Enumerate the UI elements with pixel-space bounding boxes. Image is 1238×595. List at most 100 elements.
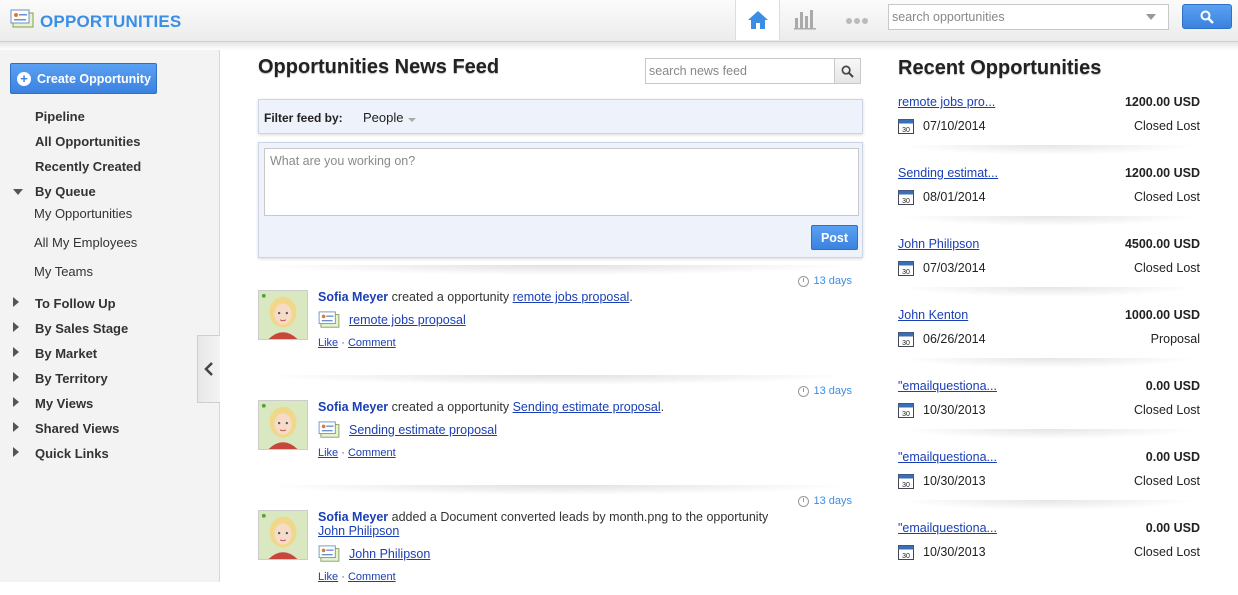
divider	[258, 485, 858, 495]
recent-opportunity-link[interactable]: John Kenton	[898, 308, 968, 322]
divider	[898, 216, 1200, 226]
calendar-icon: 30	[898, 474, 914, 489]
recent-opportunity-date: 06/26/2014	[923, 332, 986, 346]
recent-opportunity-amount: 4500.00 USD	[1124, 237, 1200, 251]
chart-icon[interactable]	[793, 8, 817, 30]
sidebar-item-pipeline[interactable]: Pipeline	[35, 109, 85, 124]
feed-attachment: remote jobs proposal	[318, 310, 466, 330]
sidebar-item-my-views[interactable]: My Views	[35, 396, 93, 411]
recent-opportunity-link[interactable]: remote jobs pro...	[898, 95, 995, 109]
avatar[interactable]	[258, 400, 308, 450]
calendar-icon: 30	[898, 332, 914, 347]
caret-right-icon[interactable]	[13, 447, 19, 457]
caret-right-icon[interactable]	[13, 322, 19, 332]
status-input[interactable]	[264, 148, 859, 216]
recent-opportunity-stage: Closed Lost	[1133, 261, 1200, 275]
feed-item: 13 days Sofia Meyer added a Document con…	[258, 485, 858, 595]
news-feed-search-input[interactable]	[646, 59, 832, 83]
feed-target-link[interactable]: Sending estimate proposal	[513, 400, 661, 414]
feed-action-text: added a Document converted leads by mont…	[391, 510, 769, 524]
chevron-down-icon[interactable]	[408, 118, 416, 122]
sidebar-collapse-button[interactable]	[197, 335, 220, 403]
divider	[898, 500, 1200, 510]
sidebar-item-my-teams[interactable]: My Teams	[34, 264, 93, 279]
recent-opportunity-link[interactable]: Sending estimat...	[898, 166, 998, 180]
recent-opportunity-link[interactable]: "emailquestiona...	[898, 450, 997, 464]
search-icon	[1200, 10, 1214, 24]
feed-timestamp: 13 days	[798, 275, 852, 287]
sidebar-item-by-territory[interactable]: By Territory	[35, 371, 108, 386]
sidebar-item-by-sales-stage[interactable]: By Sales Stage	[35, 321, 128, 336]
svg-text:30: 30	[902, 553, 910, 560]
recent-opportunity-item: John Kenton 1000.00 USD 30 06/26/2014 Pr…	[898, 308, 1200, 379]
recent-opportunity-item: "emailquestiona... 0.00 USD 30 10/30/201…	[898, 450, 1200, 521]
plus-icon: +	[17, 71, 31, 86]
comment-link[interactable]: Comment	[348, 337, 396, 349]
avatar[interactable]	[258, 510, 308, 560]
filter-dropdown[interactable]: People	[363, 110, 403, 125]
sidebar-item-recently-created[interactable]: Recently Created	[35, 159, 141, 174]
caret-right-icon[interactable]	[13, 347, 19, 357]
caret-right-icon[interactable]	[13, 422, 19, 432]
divider	[258, 375, 858, 385]
calendar-icon: 30	[898, 403, 914, 418]
caret-down-icon[interactable]	[13, 189, 23, 195]
comment-link[interactable]: Comment	[348, 447, 396, 459]
sidebar-item-all-opportunities[interactable]: All Opportunities	[35, 134, 140, 149]
clock-icon	[798, 275, 810, 287]
recent-opportunity-item: Sending estimat... 1200.00 USD 30 08/01/…	[898, 166, 1200, 237]
recent-opportunity-item: "emailquestiona... 0.00 USD 30 10/30/201…	[898, 521, 1200, 592]
like-link[interactable]: Like	[318, 337, 338, 349]
calendar-icon: 30	[898, 545, 914, 560]
recent-opportunity-link[interactable]: "emailquestiona...	[898, 521, 997, 535]
sidebar-item-my-opportunities[interactable]: My Opportunities	[34, 206, 132, 221]
calendar-icon: 30	[898, 261, 914, 276]
more-icon[interactable]	[845, 17, 869, 25]
chevron-down-icon[interactable]	[1146, 14, 1156, 20]
post-button[interactable]: Post	[811, 225, 858, 250]
recent-opportunity-amount: 1200.00 USD	[1124, 166, 1200, 180]
like-link[interactable]: Like	[318, 571, 338, 583]
search-icon	[841, 65, 854, 78]
recent-opportunity-link[interactable]: "emailquestiona...	[898, 379, 997, 393]
sidebar-item-shared-views[interactable]: Shared Views	[35, 421, 119, 436]
recent-opportunity-link[interactable]: John Philipson	[898, 237, 979, 251]
sidebar-item-all-my-employees[interactable]: All My Employees	[34, 235, 137, 250]
recent-opportunity-date: 07/03/2014	[923, 261, 986, 275]
news-feed-search-button[interactable]	[834, 58, 861, 84]
svg-text:30: 30	[902, 269, 910, 276]
sidebar-item-quick-links[interactable]: Quick Links	[35, 446, 109, 461]
feed-target-link[interactable]: John Philipson	[318, 524, 399, 538]
recent-opportunity-stage: Closed Lost	[1133, 403, 1200, 417]
feed-target-link[interactable]: remote jobs proposal	[513, 290, 630, 304]
search-button[interactable]	[1182, 4, 1232, 29]
caret-right-icon[interactable]	[13, 297, 19, 307]
feed-time-label: 13 days	[813, 275, 852, 287]
caret-right-icon[interactable]	[13, 372, 19, 382]
calendar-icon: 30	[898, 190, 914, 205]
sidebar: + Create Opportunity Pipeline All Opport…	[0, 50, 220, 582]
feed-attachment: Sending estimate proposal	[318, 420, 497, 440]
recent-opportunity-stage: Proposal	[1150, 332, 1200, 346]
clock-icon	[798, 495, 810, 507]
home-nav-button[interactable]	[735, 0, 780, 40]
header-shadow	[0, 42, 1238, 50]
sidebar-item-by-queue[interactable]: By Queue	[35, 184, 96, 199]
create-opportunity-button[interactable]: + Create Opportunity	[10, 63, 157, 94]
avatar[interactable]	[258, 290, 308, 340]
feed-time-label: 13 days	[813, 495, 852, 507]
comment-link[interactable]: Comment	[348, 571, 396, 583]
sidebar-item-by-market[interactable]: By Market	[35, 346, 97, 361]
like-link[interactable]: Like	[318, 447, 338, 459]
sidebar-item-to-follow-up[interactable]: To Follow Up	[35, 296, 116, 311]
feed-item: 13 days Sofia Meyer created a opportunit…	[258, 375, 858, 485]
opportunity-link[interactable]: John Philipson	[349, 547, 430, 561]
feed-user-link[interactable]: Sofia Meyer	[318, 290, 388, 304]
feed-filter-bar: Filter feed by: People	[258, 99, 863, 134]
feed-user-link[interactable]: Sofia Meyer	[318, 400, 388, 414]
caret-right-icon[interactable]	[13, 397, 19, 407]
opportunity-search-input[interactable]	[889, 5, 1129, 29]
feed-user-link[interactable]: Sofia Meyer	[318, 510, 388, 524]
opportunity-link[interactable]: Sending estimate proposal	[349, 423, 497, 437]
opportunity-link[interactable]: remote jobs proposal	[349, 313, 466, 327]
